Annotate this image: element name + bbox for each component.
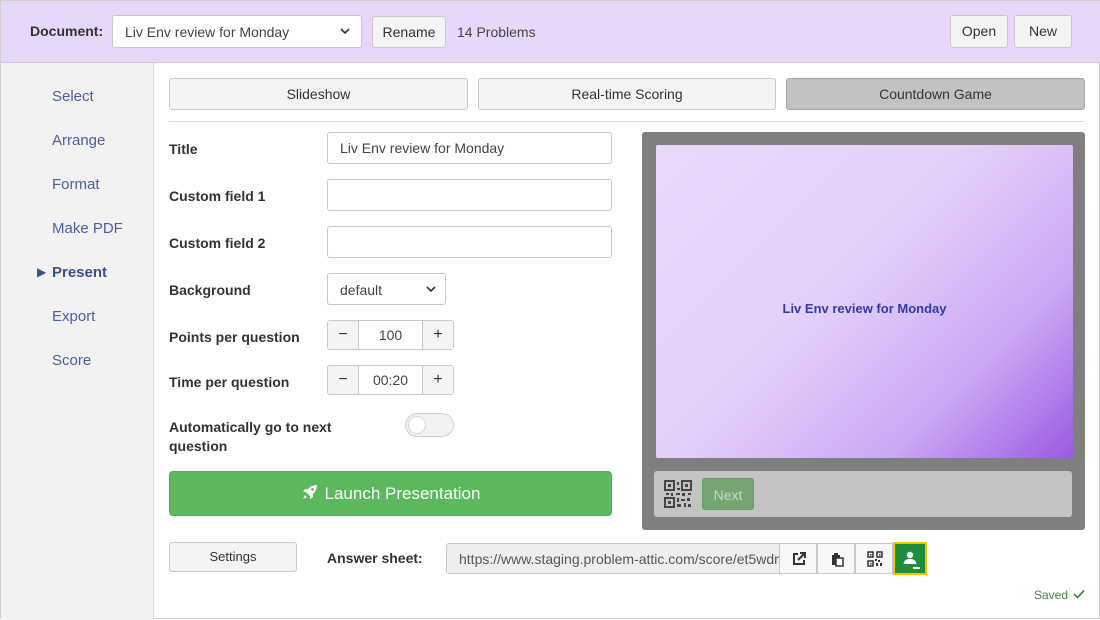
toggle-knob [408, 416, 426, 434]
new-button[interactable]: New [1014, 15, 1072, 48]
points-increment-button[interactable]: + [422, 321, 453, 349]
sidebar-item-export[interactable]: Export [52, 308, 95, 325]
rename-button[interactable]: Rename [372, 16, 446, 48]
chevron-down-icon [425, 282, 437, 299]
problem-count: 14 Problems [457, 24, 536, 40]
google-classroom-icon [903, 551, 920, 569]
header-bar: Document: Liv Env review for Monday Rena… [1, 1, 1100, 63]
launch-presentation-button[interactable]: Launch Presentation [169, 471, 612, 516]
slide-preview: Liv Env review for Monday [656, 145, 1073, 458]
app-window: Document: Liv Env review for Monday Rena… [0, 0, 1100, 620]
points-stepper: − 100 + [327, 320, 454, 350]
sidebar-item-make-pdf[interactable]: Make PDF [52, 220, 123, 237]
time-decrement-button[interactable]: − [328, 366, 359, 394]
checkmark-icon [1073, 589, 1086, 599]
slide-preview-panel: Liv Env review for Monday Next [642, 132, 1085, 530]
next-button[interactable]: Next [702, 478, 754, 510]
open-link-button[interactable] [779, 543, 817, 574]
custom-field-2-input[interactable] [327, 226, 612, 258]
answer-sheet-url-field[interactable]: https://www.staging.problem-attic.com/sc… [446, 543, 780, 574]
custom-field-1-input[interactable] [327, 179, 612, 211]
time-value[interactable]: 00:20 [359, 366, 422, 394]
background-select-value: default [340, 282, 383, 298]
time-increment-button[interactable]: + [422, 366, 453, 394]
launch-presentation-label: Launch Presentation [324, 484, 481, 503]
title-input[interactable]: Liv Env review for Monday [327, 132, 612, 164]
custom-field-2-label: Custom field 2 [169, 235, 266, 251]
document-select-value: Liv Env review for Monday [125, 24, 290, 40]
auto-next-label-line1: Automatically go to next [169, 419, 332, 435]
open-button[interactable]: Open [950, 15, 1008, 48]
tab-divider [169, 121, 1085, 122]
auto-next-label-line2: question [169, 438, 228, 454]
custom-field-1-label: Custom field 1 [169, 188, 266, 204]
points-value[interactable]: 100 [359, 321, 422, 349]
sidebar-item-format[interactable]: Format [52, 176, 100, 193]
background-label: Background [169, 282, 251, 298]
sidebar-item-arrange[interactable]: Arrange [52, 132, 105, 149]
sidebar-item-select[interactable]: Select [52, 88, 94, 105]
title-input-value: Liv Env review for Monday [340, 140, 505, 156]
chevron-down-icon [339, 24, 351, 41]
preview-controls: Next [654, 471, 1072, 517]
points-label: Points per question [169, 329, 300, 345]
title-label: Title [169, 141, 198, 157]
tab-real-time-scoring[interactable]: Real-time Scoring [478, 78, 776, 110]
document-label: Document: [30, 23, 104, 39]
settings-button[interactable]: Settings [169, 542, 297, 572]
external-link-icon [793, 552, 806, 565]
slide-title: Liv Env review for Monday [782, 301, 947, 316]
rocket-icon [301, 474, 319, 517]
background-select[interactable]: default [327, 273, 446, 305]
points-decrement-button[interactable]: − [328, 321, 359, 349]
tab-slideshow[interactable]: Slideshow [169, 78, 468, 110]
time-stepper: − 00:20 + [327, 365, 454, 395]
google-classroom-button[interactable] [893, 542, 927, 575]
sidebar-item-present[interactable]: Present [52, 264, 107, 281]
saved-status: Saved [1034, 588, 1086, 602]
document-select[interactable]: Liv Env review for Monday [112, 15, 362, 48]
qr-code-icon[interactable] [664, 480, 692, 511]
tab-countdown-game[interactable]: Countdown Game [786, 78, 1085, 110]
saved-label: Saved [1034, 588, 1069, 602]
clipboard-icon [832, 553, 844, 567]
active-arrow-icon: ▶ [37, 265, 47, 279]
sidebar-item-score[interactable]: Score [52, 352, 91, 369]
qr-code-button[interactable] [855, 543, 893, 574]
answer-sheet-label: Answer sheet: [327, 550, 423, 566]
answer-sheet-url: https://www.staging.problem-attic.com/sc… [459, 551, 780, 567]
sidebar: Select Arrange Format Make PDF ▶ Present… [1, 63, 154, 620]
auto-next-toggle[interactable] [405, 413, 454, 437]
qr-code-icon [867, 551, 883, 567]
copy-link-button[interactable] [817, 543, 855, 574]
time-label: Time per question [169, 374, 290, 390]
